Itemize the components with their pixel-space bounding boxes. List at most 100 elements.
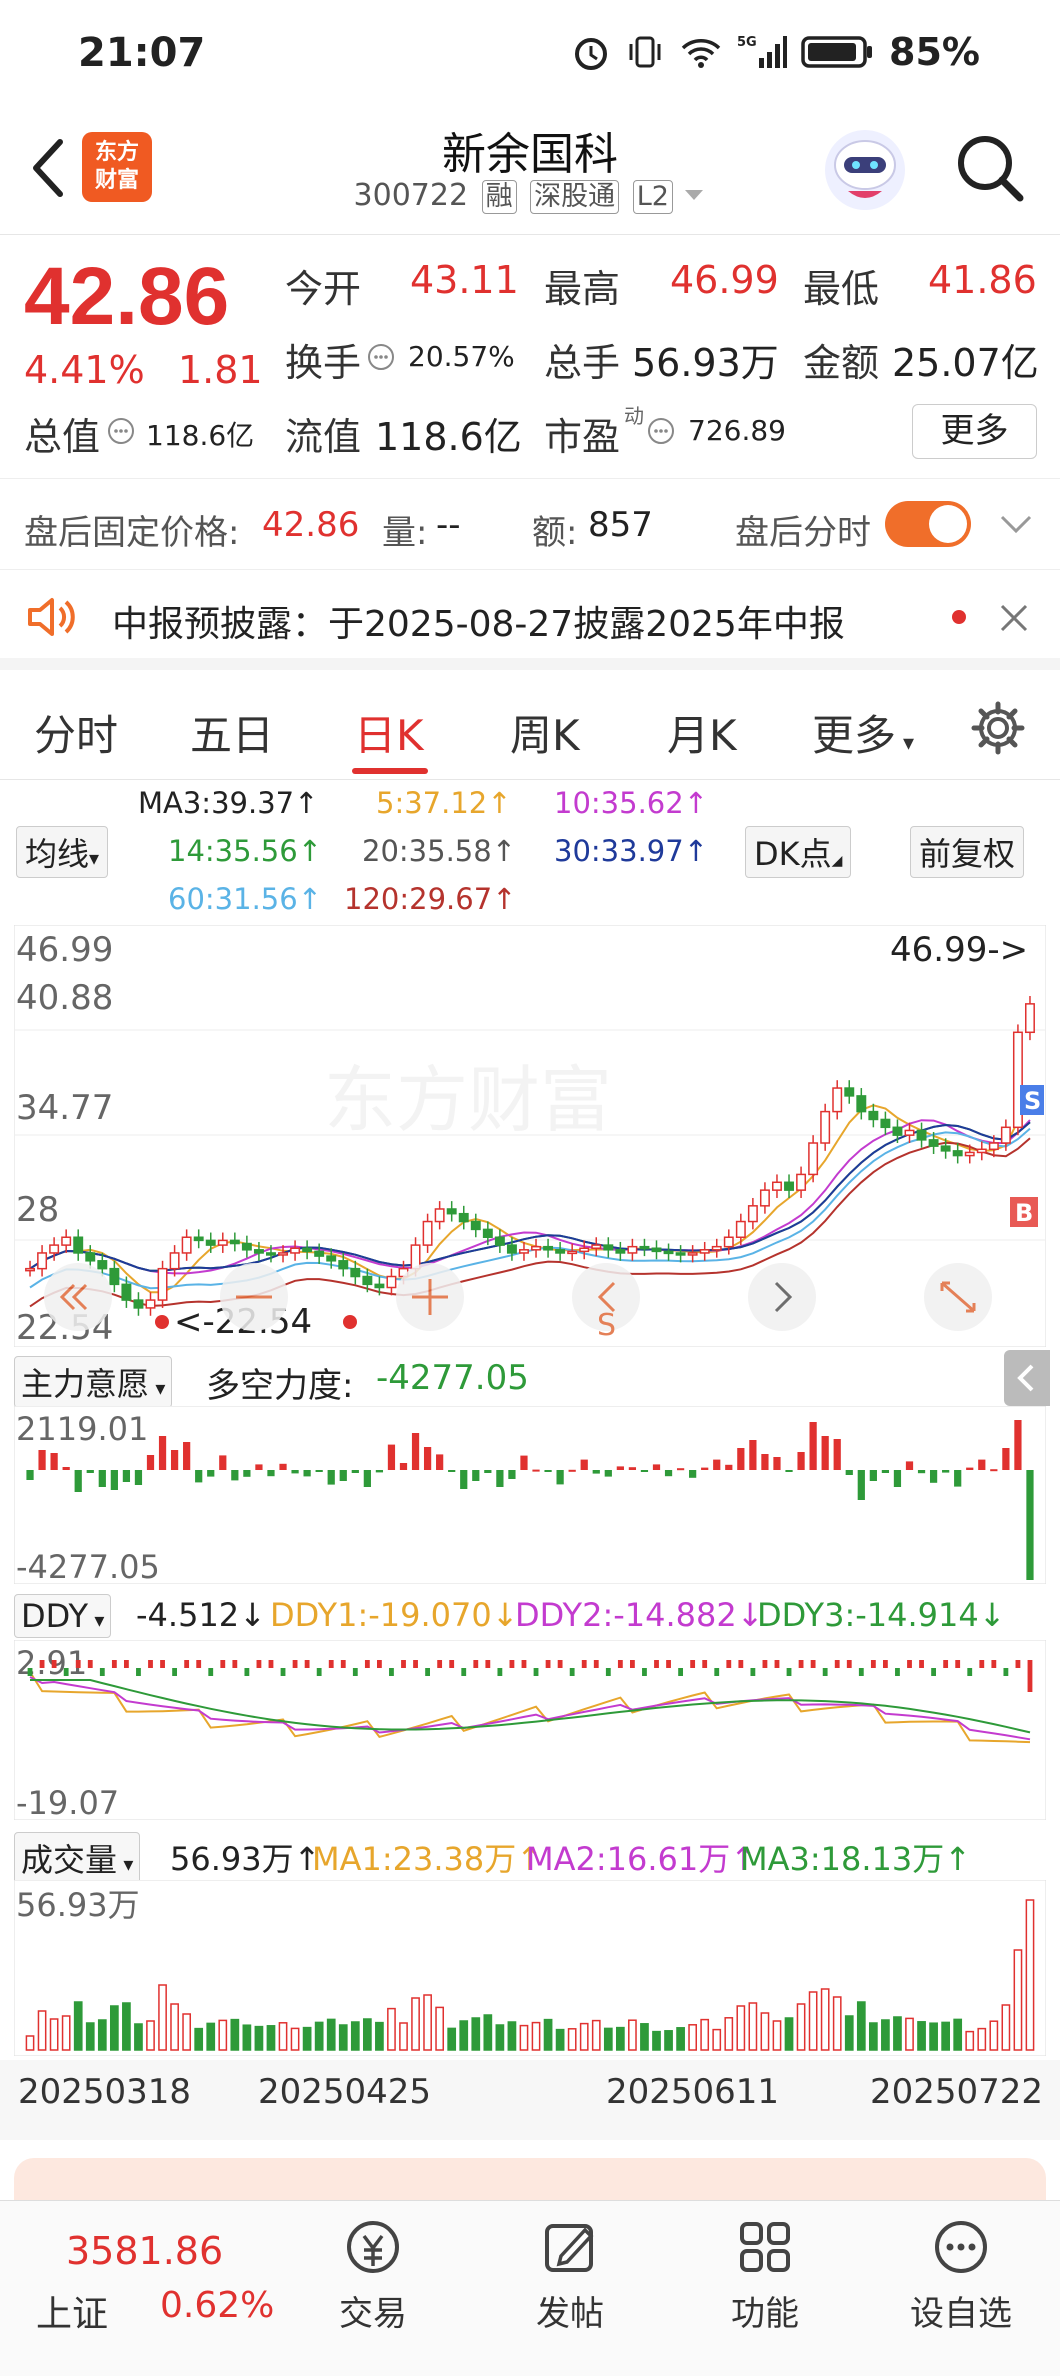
ddy-bar (352, 1668, 358, 1676)
ddy-bar (1003, 1668, 1009, 1676)
candle-body (434, 1208, 445, 1223)
partial-banner[interactable] (14, 2158, 1046, 2200)
volume-bar (591, 2019, 601, 2051)
nav-post[interactable]: 发帖 (505, 2216, 635, 2335)
ddy-bar (629, 1660, 635, 1668)
indicator-1-bar (1014, 1420, 1022, 1470)
candle-body (109, 1267, 120, 1286)
indicator-2-chart[interactable]: 2.91 -19.07 (14, 1640, 1046, 1820)
indicator-1-selector[interactable]: 主力意愿 ▾ (14, 1356, 173, 1408)
after-hours-toggle[interactable] (885, 501, 971, 547)
volume-bar (194, 2027, 204, 2051)
indicator-1-bar (86, 1470, 94, 1473)
volume-bar (844, 2015, 854, 2051)
candle-body (253, 1249, 264, 1254)
collapse-panel-button[interactable] (1004, 1350, 1050, 1406)
ddy-bar (364, 1660, 370, 1668)
low-label: 最低 (803, 267, 880, 311)
dk-point-button[interactable]: DK点◢ (745, 826, 852, 878)
indicator-1-bar (460, 1470, 468, 1489)
indicator-1-bar (905, 1461, 914, 1470)
ddy-bar (268, 1660, 274, 1668)
volume-bar (254, 2025, 264, 2051)
volume-bar (459, 2020, 469, 2051)
nav-add-watchlist[interactable]: 设自选 (896, 2216, 1026, 2335)
candle-body (868, 1110, 879, 1121)
nav-functions[interactable]: 功能 (700, 2216, 830, 2335)
tab-monthly-k[interactable]: 月K (667, 702, 737, 763)
indicator-2-selector[interactable]: DDY ▾ (14, 1594, 112, 1638)
gear-icon[interactable] (968, 698, 1028, 758)
info-icon[interactable] (366, 342, 396, 372)
index-ticker[interactable]: 3581.86 上证 0.62% (26, 2215, 286, 2345)
alarm-icon (575, 38, 608, 70)
candle-body (639, 1245, 650, 1250)
ddy-bar (473, 1660, 479, 1668)
indicator-1-bar (990, 1469, 998, 1472)
pe-value: 726.89 (688, 414, 786, 447)
ddy-bar (846, 1660, 852, 1668)
candlestick-chart[interactable]: 东方财富 46.99 40.88 34.77 28 22.54 46.99-> … (13, 924, 1047, 1348)
indicator-1-bar (170, 1450, 179, 1470)
ddy-bar (340, 1660, 346, 1668)
rewind-button[interactable] (44, 1263, 112, 1331)
volume-bar (977, 2027, 987, 2051)
more-button[interactable]: 更多 (912, 404, 1037, 459)
volume-bar (784, 2017, 794, 2051)
volume-bar (302, 2026, 312, 2051)
ddy-bar (425, 1668, 431, 1676)
kline-svg[interactable]: 东方财富 46.99 40.88 34.77 28 22.54 46.99-> … (13, 924, 1047, 1348)
ma-selector[interactable]: 均线▾ (16, 826, 109, 878)
y-axis-mid2: 34.77 (16, 1088, 113, 1128)
indicator-1-chart[interactable]: 2119.01 -4277.05 (14, 1406, 1046, 1584)
indicator-1-bar (255, 1464, 263, 1470)
ddy-bar (1015, 1660, 1021, 1668)
volume-bar (122, 2002, 131, 2051)
ah-volume-label: 量: (382, 513, 428, 553)
forward-adjust-button[interactable]: 前复权 (910, 826, 1025, 878)
status-time: 21:07 (78, 30, 206, 76)
candle-body (759, 1189, 770, 1207)
chart-watermark: 东方财富 (324, 1058, 612, 1142)
tab-weekly-k[interactable]: 周K (510, 702, 580, 763)
notice-banner[interactable]: 中报预披露：于2025-08-27披露2025年中报 (0, 570, 1060, 670)
dropdown-triangle-icon[interactable] (682, 185, 706, 205)
scroll-right-button[interactable] (748, 1263, 816, 1331)
ma60-value: 60:31.56↑ (168, 882, 322, 916)
candle-body (49, 1244, 60, 1254)
indicator-1-bar (701, 1467, 709, 1470)
robot-assistant-icon[interactable] (820, 125, 910, 215)
ddy-bar (413, 1660, 418, 1668)
ddy-bar (111, 1660, 117, 1668)
indicator-3-selector[interactable]: 成交量 ▾ (14, 1832, 141, 1884)
search-icon[interactable] (950, 128, 1030, 208)
volume-bar (350, 2021, 360, 2051)
chevron-down-icon[interactable] (998, 509, 1034, 539)
indicator-1-bar (122, 1470, 131, 1482)
close-icon[interactable] (996, 600, 1032, 636)
ma30-value: 30:33.97↑ (554, 834, 708, 868)
volume-value: 56.93万 (632, 341, 779, 385)
tab-timeshare[interactable]: 分时 (34, 702, 118, 763)
volume-bar (375, 2021, 384, 2051)
candle-body (97, 1260, 108, 1270)
tab-daily-k[interactable]: 日K (354, 702, 424, 763)
info-icon[interactable] (646, 416, 676, 446)
tab-five-day[interactable]: 五日 (190, 702, 274, 763)
indicator-1-bar (556, 1470, 564, 1485)
ddy-bar (292, 1660, 298, 1668)
info-icon[interactable] (106, 416, 136, 446)
candle-body (37, 1252, 48, 1270)
nav-trade[interactable]: 交易 (308, 2216, 438, 2335)
ddy-bar (497, 1668, 503, 1676)
battery-icon (801, 36, 873, 68)
indicator-1-bar (773, 1457, 781, 1470)
ddy-bar (39, 1660, 45, 1668)
candle-body (687, 1252, 698, 1256)
tab-more[interactable]: 更多 ▾ (812, 702, 914, 763)
indicator-1-bar (942, 1470, 950, 1473)
ah-volume-value: -- (436, 505, 461, 545)
volume-chart[interactable]: 56.93万 (14, 1880, 1046, 2056)
candle-body (543, 1245, 554, 1251)
candle-body (1000, 1126, 1011, 1144)
